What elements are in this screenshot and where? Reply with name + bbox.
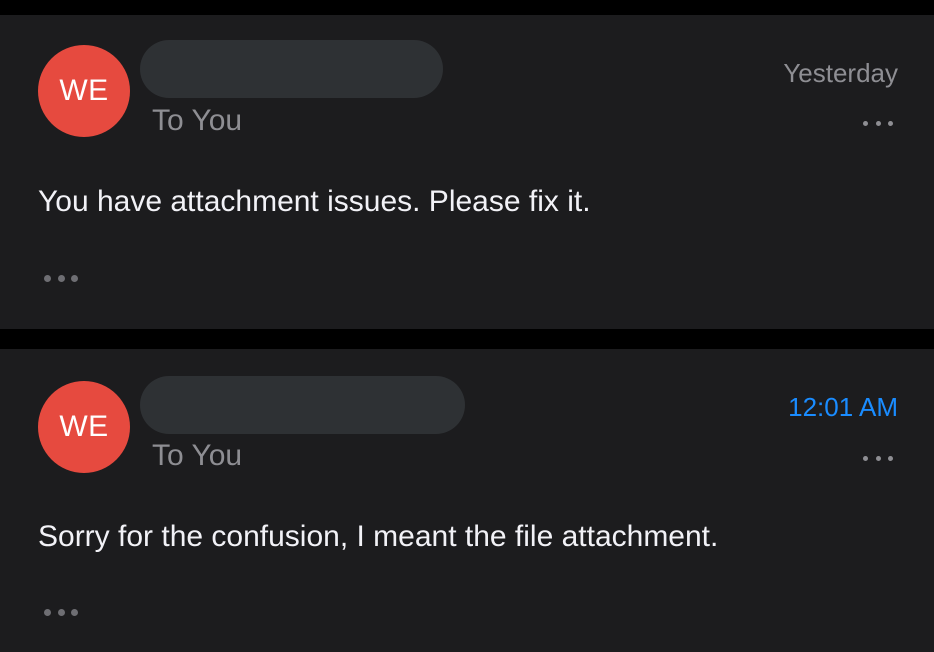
message-body: Sorry for the confusion, I meant the fil…	[38, 520, 719, 553]
expand-message-icon[interactable]	[44, 607, 78, 617]
message-timestamp: 12:01 AM	[788, 392, 898, 422]
dot	[875, 455, 881, 461]
dot	[71, 608, 78, 616]
message-card[interactable]: WE To You Yesterday You have attachment …	[0, 15, 934, 329]
dot	[888, 455, 893, 461]
expand-message-icon[interactable]	[44, 273, 78, 283]
dot	[57, 274, 65, 282]
dot	[57, 608, 65, 616]
dot	[863, 120, 868, 126]
recipient-label: To You	[152, 104, 243, 137]
more-options-icon[interactable]	[863, 118, 893, 128]
recipient-label: To You	[152, 439, 243, 472]
message-body: You have attachment issues. Please fix i…	[38, 185, 591, 218]
dot	[71, 274, 78, 282]
sender-name-redacted	[140, 40, 443, 98]
dot	[44, 608, 51, 616]
dot	[888, 120, 893, 126]
sender-avatar[interactable]: WE	[38, 381, 130, 473]
more-options-icon[interactable]	[863, 453, 893, 463]
message-card[interactable]: WE To You 12:01 AM Sorry for the confusi…	[0, 349, 934, 652]
dot	[44, 274, 51, 282]
sender-avatar[interactable]: WE	[38, 45, 130, 137]
message-timestamp: Yesterday	[783, 58, 898, 88]
sender-name-redacted	[140, 376, 465, 434]
dot	[863, 455, 868, 461]
dot	[875, 120, 881, 126]
